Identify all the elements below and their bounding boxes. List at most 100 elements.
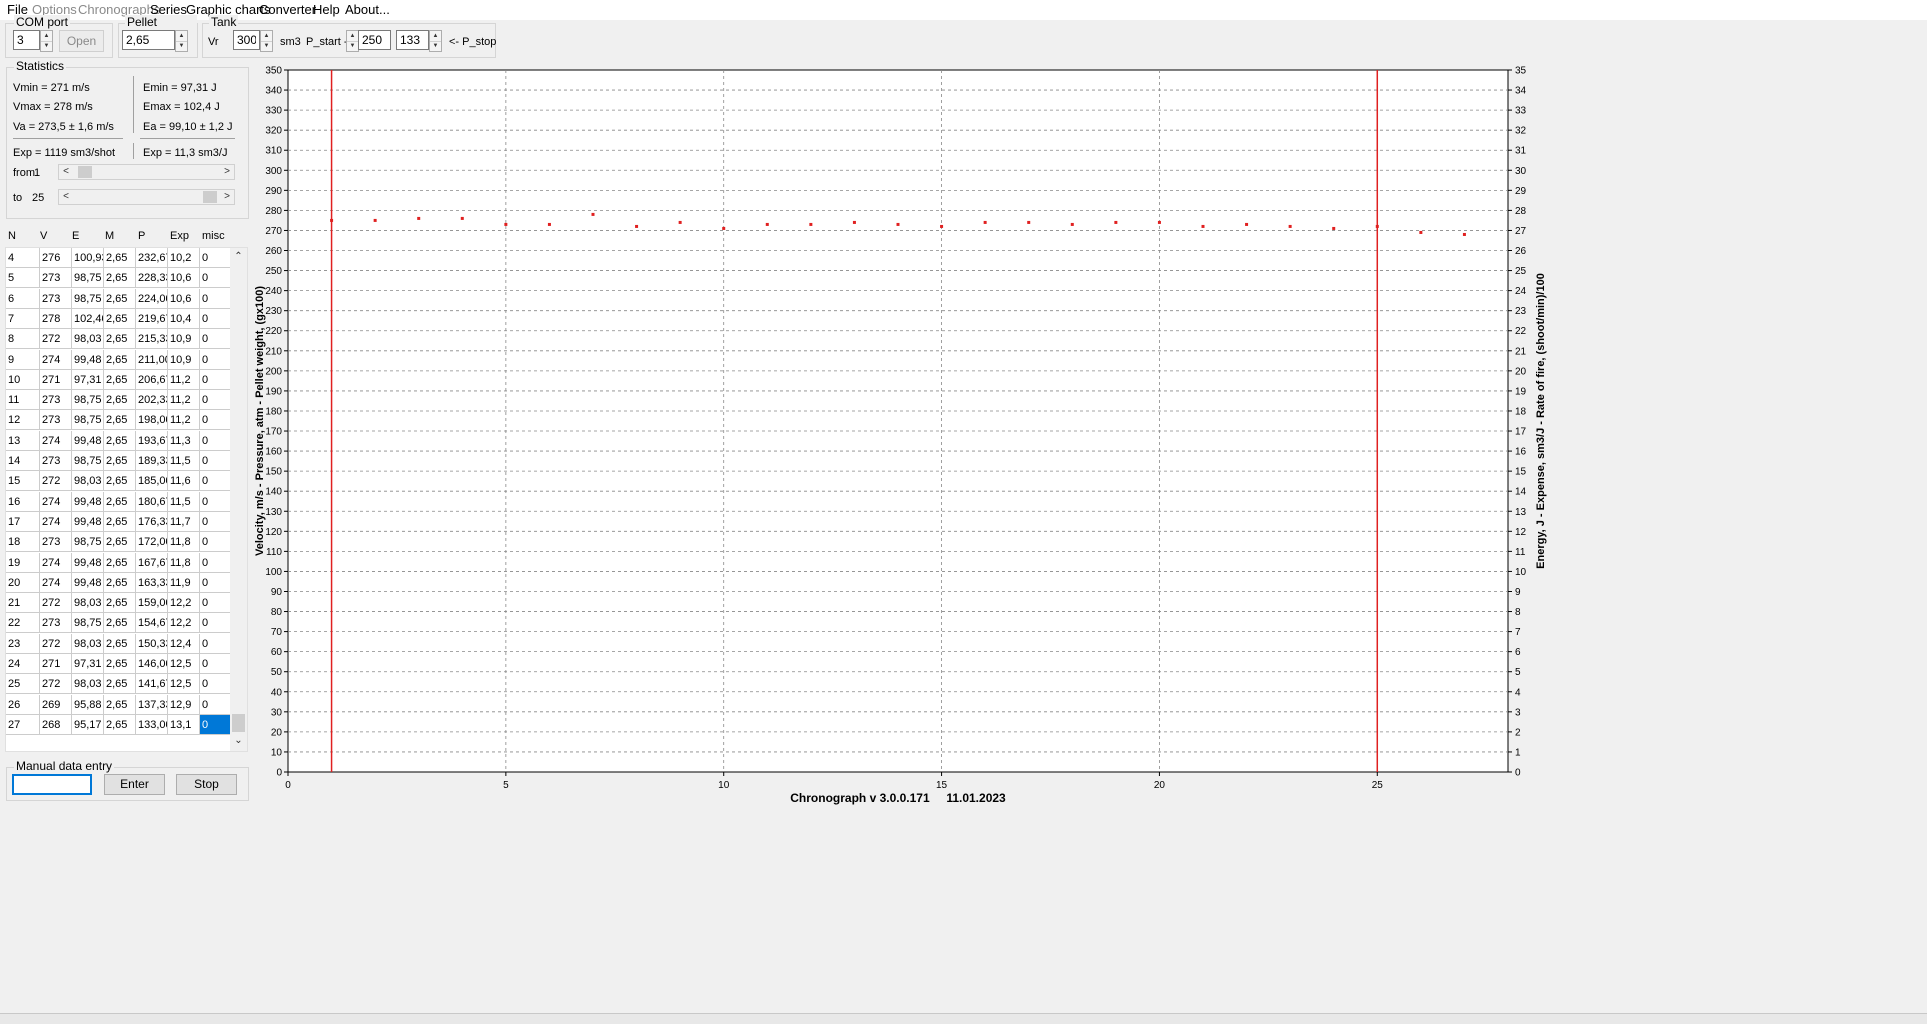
table-cell[interactable]: 98,03 — [72, 633, 104, 654]
table-cell[interactable]: 98,75 — [72, 390, 104, 411]
table-cell[interactable]: 99,48 — [72, 349, 104, 370]
table-cell[interactable]: 167,67 — [136, 552, 168, 573]
table-cell[interactable]: 2,65 — [104, 674, 136, 695]
scroll-left-icon[interactable]: < — [59, 165, 73, 179]
com-port-spinner[interactable]: ▲ ▼ — [13, 30, 53, 52]
table-cell[interactable]: 0 — [200, 329, 231, 350]
table-cell[interactable]: 232,67 — [136, 248, 168, 268]
table-scroll-thumb[interactable] — [232, 714, 245, 732]
menu-item-converter[interactable]: Converter — [259, 2, 316, 17]
table-row[interactable]: 1027197,312,65206,6711,20 — [6, 369, 231, 390]
table-cell[interactable]: 11,5 — [168, 451, 200, 471]
table-cell[interactable]: 8 — [6, 329, 40, 350]
table-row[interactable]: 2027499,482,65163,3311,90 — [6, 572, 231, 593]
table-row[interactable]: 2127298,032,65159,0012,20 — [6, 593, 231, 614]
table-row[interactable]: 1127398,752,65202,3311,20 — [6, 390, 231, 411]
table-scrollbar[interactable]: ⌃ ⌄ — [230, 248, 247, 751]
table-cell[interactable]: 163,33 — [136, 572, 168, 593]
table-cell[interactable]: 2,65 — [104, 390, 136, 411]
table-cell[interactable]: 271 — [40, 369, 72, 390]
table-cell[interactable]: 19 — [6, 552, 40, 573]
table-cell[interactable]: 0 — [200, 654, 231, 674]
table-cell[interactable]: 10,6 — [168, 288, 200, 309]
table-row[interactable]: 9 274 99,48 2,65 211,00 10,9 0 — [6, 349, 231, 370]
table-row[interactable]: 627398,752,65224,0010,60 — [6, 288, 231, 309]
table-cell[interactable]: 0 — [200, 349, 231, 370]
table-row[interactable]: 7278102,402,65219,6710,40 — [6, 308, 231, 329]
table-cell[interactable]: 274 — [40, 572, 72, 593]
table-cell[interactable]: 98,75 — [72, 451, 104, 471]
com-port-input[interactable] — [13, 30, 40, 50]
table-cell[interactable]: 211,00 — [136, 349, 168, 370]
table-cell[interactable]: 11,7 — [168, 511, 200, 532]
spin-down-icon[interactable]: ▼ — [176, 41, 187, 51]
table-cell[interactable]: 99,48 — [72, 430, 104, 451]
table-cell[interactable]: 12,2 — [168, 613, 200, 634]
table-cell[interactable]: 0 — [200, 308, 231, 329]
table-cell[interactable]: 97,31 — [72, 369, 104, 390]
table-cell[interactable]: 278 — [40, 308, 72, 329]
table-cell[interactable]: 10,4 — [168, 308, 200, 329]
table-cell[interactable]: 2,65 — [104, 430, 136, 451]
table-cell[interactable]: 273 — [40, 390, 72, 411]
table-cell[interactable]: 2,65 — [104, 491, 136, 512]
table-cell[interactable]: 11 — [6, 390, 40, 411]
table-cell[interactable]: 206,67 — [136, 369, 168, 390]
to-slider-thumb[interactable] — [202, 191, 217, 203]
table-cell[interactable]: 12 — [6, 410, 40, 431]
pellet-weight-spinner[interactable]: ▲ ▼ — [122, 30, 188, 52]
table-cell[interactable]: 11,2 — [168, 369, 200, 390]
table-cell[interactable]: 13,1 — [168, 714, 200, 735]
scroll-down-icon[interactable]: ⌄ — [230, 732, 247, 749]
spin-down-icon[interactable]: ▼ — [347, 41, 358, 51]
table-cell[interactable]: 172,00 — [136, 532, 168, 553]
table-cell[interactable]: 0 — [200, 390, 231, 411]
table-cell[interactable]: 2,65 — [104, 451, 136, 471]
table-row[interactable]: 1627499,482,65180,6711,50 — [6, 491, 231, 512]
manual-entry-input[interactable] — [12, 774, 92, 795]
table-cell[interactable]: 0 — [200, 268, 231, 289]
table-cell[interactable]: 272 — [40, 674, 72, 695]
table-cell[interactable]: 0 — [200, 572, 231, 593]
table-cell[interactable]: 274 — [40, 349, 72, 370]
table-cell[interactable]: 2,65 — [104, 714, 136, 735]
table-cell[interactable]: 215,33 — [136, 329, 168, 350]
spin-down-icon[interactable]: ▼ — [430, 41, 441, 51]
table-cell[interactable]: 100,93 — [72, 248, 104, 268]
table-cell[interactable]: 159,00 — [136, 593, 168, 614]
table-cell[interactable]: 12,5 — [168, 654, 200, 674]
table-cell[interactable]: 150,33 — [136, 633, 168, 654]
table-cell[interactable]: 98,03 — [72, 329, 104, 350]
table-cell[interactable]: 12,9 — [168, 694, 200, 715]
table-cell[interactable]: 98,75 — [72, 613, 104, 634]
to-slider[interactable]: < > — [58, 189, 235, 205]
table-cell[interactable]: 99,48 — [72, 491, 104, 512]
table-cell[interactable]: 2,65 — [104, 349, 136, 370]
table-cell[interactable]: 189,33 — [136, 451, 168, 471]
table-cell[interactable]: 272 — [40, 471, 72, 492]
table-cell[interactable]: 95,17 — [72, 714, 104, 735]
table-cell[interactable]: 99,48 — [72, 572, 104, 593]
spin-down-icon[interactable]: ▼ — [261, 41, 272, 51]
vr-input[interactable] — [233, 30, 260, 50]
table-cell[interactable]: 11,2 — [168, 390, 200, 411]
table-cell[interactable]: 0 — [200, 430, 231, 451]
table-cell[interactable]: 12,4 — [168, 633, 200, 654]
table-cell[interactable]: 11,9 — [168, 572, 200, 593]
table-cell[interactable]: 0 — [200, 532, 231, 553]
table-cell[interactable]: 11,3 — [168, 430, 200, 451]
table-cell[interactable]: 0 — [200, 511, 231, 532]
table-cell[interactable]: 198,00 — [136, 410, 168, 431]
table-row[interactable]: 2327298,032,65150,3312,40 — [6, 633, 231, 654]
table-cell[interactable]: 0 — [200, 248, 231, 268]
table-cell[interactable]: 10 — [6, 369, 40, 390]
table-cell[interactable]: 7 — [6, 308, 40, 329]
table-cell[interactable]: 2,65 — [104, 511, 136, 532]
table-cell[interactable]: 4 — [6, 248, 40, 268]
table-row[interactable]: 4276100,932,65232,6710,20 — [6, 248, 231, 268]
table-cell[interactable]: 193,67 — [136, 430, 168, 451]
from-slider[interactable]: < > — [58, 164, 235, 180]
table-cell[interactable]: 2,65 — [104, 248, 136, 268]
table-cell[interactable]: 273 — [40, 410, 72, 431]
table-cell[interactable]: 98,75 — [72, 288, 104, 309]
